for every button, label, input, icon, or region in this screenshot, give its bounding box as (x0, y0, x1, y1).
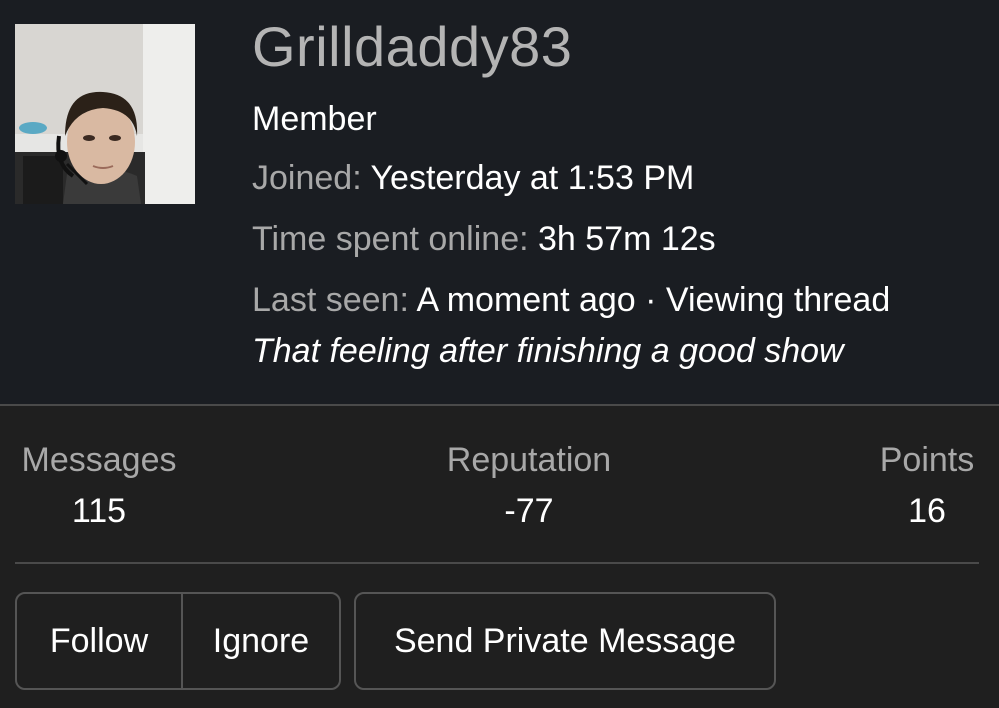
stat-messages-label: Messages (21, 441, 177, 479)
follow-ignore-group: Follow Ignore (15, 592, 341, 690)
user-role: Member (252, 100, 377, 138)
stat-points-label: Points (879, 441, 975, 479)
stat-reputation: Reputation -77 (429, 440, 629, 531)
profile-header: Grilldaddy83 Member Joined: Yesterday at… (0, 0, 999, 406)
avatar[interactable] (15, 24, 195, 204)
status-message: That feeling after finishing a good show (252, 332, 844, 370)
joined-value: Yesterday at 1:53 PM (370, 159, 695, 197)
follow-button[interactable]: Follow (17, 594, 183, 688)
online-time-row: Time spent online: 3h 57m 12s (252, 219, 716, 259)
joined-row: Joined: Yesterday at 1:53 PM (252, 158, 694, 198)
divider (15, 562, 979, 564)
ignore-button[interactable]: Ignore (183, 594, 339, 688)
online-time-label: Time spent online: (252, 220, 529, 258)
last-seen-value[interactable]: A moment ago · Viewing thread (416, 281, 890, 319)
stat-messages[interactable]: Messages 115 (15, 440, 183, 531)
send-private-message-button[interactable]: Send Private Message (354, 592, 776, 690)
joined-label: Joined: (252, 159, 362, 197)
online-time-value: 3h 57m 12s (538, 220, 716, 258)
stat-messages-value[interactable]: 115 (15, 491, 183, 531)
username[interactable]: Grilldaddy83 (252, 14, 572, 80)
last-seen-row: Last seen: A moment ago · Viewing thread (252, 280, 890, 320)
last-seen-label: Last seen: (252, 281, 409, 319)
stat-points[interactable]: Points 16 (873, 440, 981, 531)
stat-reputation-label: Reputation (446, 441, 612, 479)
stat-reputation-value: -77 (504, 492, 554, 530)
stat-points-value[interactable]: 16 (873, 491, 981, 531)
